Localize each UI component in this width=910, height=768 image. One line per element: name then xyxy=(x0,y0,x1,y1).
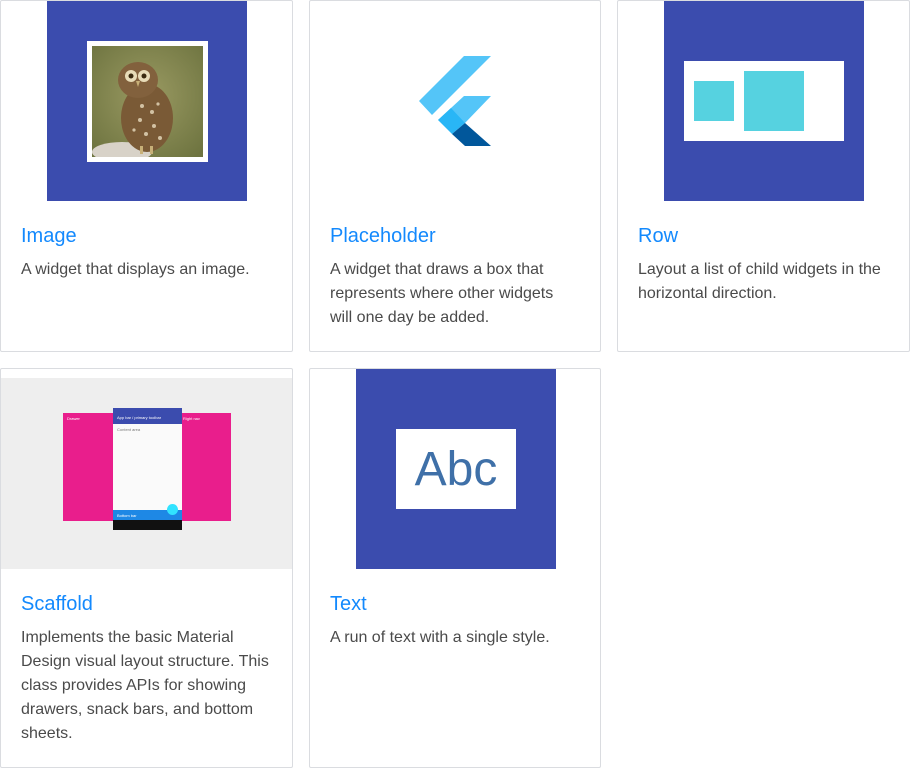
card-text[interactable]: Abc Text A run of text with a single sty… xyxy=(309,368,601,768)
row-layout-icon xyxy=(684,61,844,141)
card-title[interactable]: Image xyxy=(21,223,77,249)
phone-screen: App bar / primary toolbar Content area B… xyxy=(113,408,182,530)
app-bar: App bar / primary toolbar xyxy=(113,408,182,424)
scaffold-diagram-icon: Drawer Right nav App bar / primary toolb… xyxy=(63,408,231,530)
row-child-large xyxy=(744,71,804,131)
row-child-small xyxy=(694,81,734,121)
card-row-thumbnail xyxy=(618,1,909,201)
card-description: A widget that displays an image. xyxy=(21,261,250,278)
right-drawer: Right nav xyxy=(179,413,231,521)
card-scaffold[interactable]: Drawer Right nav App bar / primary toolb… xyxy=(0,368,293,768)
card-text-thumbnail: Abc xyxy=(310,369,600,569)
card-description: Layout a list of child widgets in the ho… xyxy=(638,261,881,302)
content-area-label: Content area xyxy=(117,427,141,432)
card-title[interactable]: Scaffold xyxy=(21,591,93,617)
photo-frame xyxy=(87,41,208,162)
card-description: A run of text with a single style. xyxy=(330,629,550,646)
app-bar-label: App bar / primary toolbar xyxy=(117,415,162,420)
bottom-bar-label: Bottom bar xyxy=(117,513,137,518)
flutter-logo-icon xyxy=(419,56,491,146)
card-placeholder[interactable]: Placeholder A widget that draws a box th… xyxy=(309,0,601,352)
card-description: A widget that draws a box that represent… xyxy=(330,261,554,326)
left-drawer: Drawer xyxy=(63,413,115,521)
thumbnail-background: Abc xyxy=(356,369,556,569)
card-placeholder-thumbnail xyxy=(310,1,600,201)
card-row[interactable]: Row Layout a list of child widgets in th… xyxy=(617,0,910,352)
card-image[interactable]: Image A widget that displays an image. xyxy=(0,0,293,352)
card-scaffold-thumbnail: Drawer Right nav App bar / primary toolb… xyxy=(1,378,292,569)
sample-text: Abc xyxy=(414,442,498,496)
card-title[interactable]: Row xyxy=(638,223,678,249)
system-nav-bar xyxy=(113,520,182,530)
card-title[interactable]: Text xyxy=(330,591,367,617)
left-drawer-label: Drawer xyxy=(67,416,80,421)
owl-photo-icon xyxy=(92,46,203,157)
text-sample-icon: Abc xyxy=(396,429,516,509)
card-description: Implements the basic Material Design vis… xyxy=(21,629,269,742)
card-image-thumbnail xyxy=(1,1,292,201)
right-drawer-label: Right nav xyxy=(183,416,200,421)
card-title[interactable]: Placeholder xyxy=(330,223,436,249)
fab xyxy=(167,504,178,515)
